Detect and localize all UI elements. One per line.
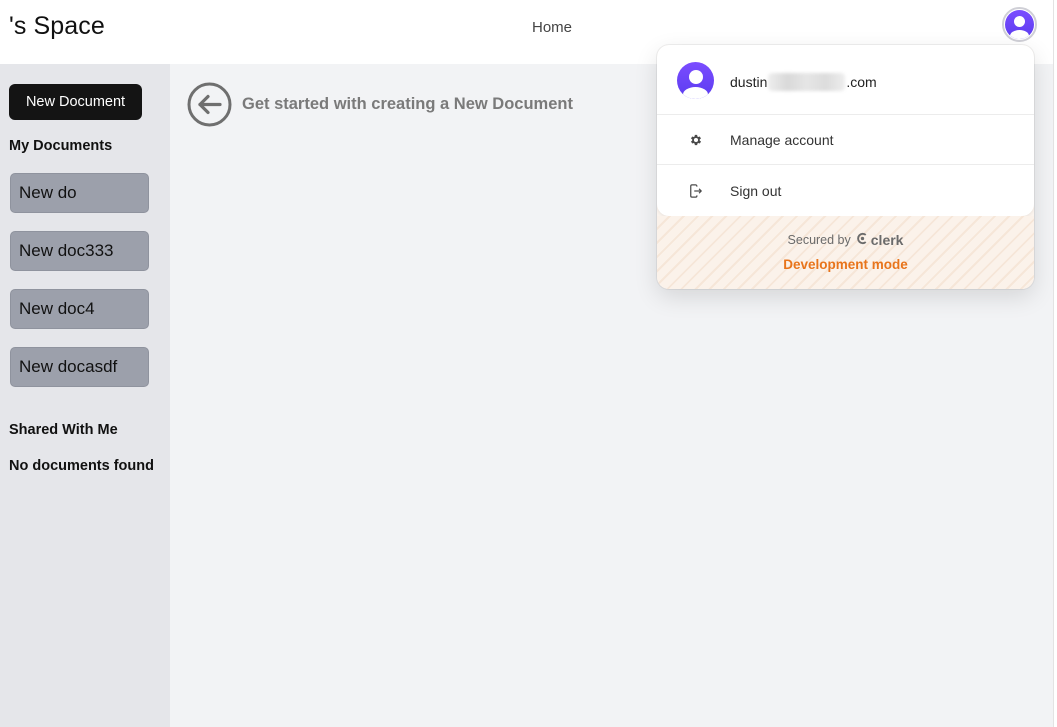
get-started-prompt: Get started with creating a New Document [242, 95, 573, 113]
sign-out-label: Sign out [730, 183, 782, 199]
document-item[interactable]: New doc333 [10, 231, 149, 271]
secured-by-label: Secured by [787, 233, 851, 247]
development-mode-label: Development mode [783, 257, 908, 272]
new-document-button[interactable]: New Document [9, 84, 142, 120]
my-documents-heading: My Documents [9, 138, 113, 154]
account-dropdown: dustin .com Manage account Sign out Secu… [657, 45, 1034, 289]
email-prefix: dustin [730, 74, 768, 90]
shared-with-me-heading: Shared With Me [9, 422, 118, 438]
document-item[interactable]: New doc4 [10, 289, 149, 329]
app-root: 's Space Home New Document My Documents … [0, 0, 1057, 727]
account-user-row: dustin .com [657, 45, 1034, 115]
document-item[interactable]: New do [10, 173, 149, 213]
space-title: 's Space [9, 12, 105, 40]
sign-out-icon [688, 183, 704, 199]
user-avatar-icon [1005, 10, 1034, 39]
home-link[interactable]: Home [532, 19, 572, 36]
dropdown-footer: Secured by clerk Development mode [657, 216, 1034, 289]
clerk-logo[interactable]: clerk [856, 232, 904, 248]
email-suffix: .com [846, 74, 877, 90]
sidebar: New Document My Documents New do New doc… [0, 64, 170, 727]
clerk-logo-icon [856, 232, 869, 248]
gear-icon [688, 132, 704, 148]
clerk-brand-text: clerk [870, 232, 904, 248]
manage-account-label: Manage account [730, 131, 834, 148]
document-item[interactable]: New docasdf [10, 347, 149, 387]
account-avatar-icon [677, 62, 714, 99]
manage-account-item[interactable]: Manage account [657, 115, 1034, 165]
account-email: dustin .com [730, 73, 877, 91]
window-edge [1053, 0, 1057, 727]
email-redaction [768, 73, 846, 91]
user-avatar-button[interactable] [1002, 7, 1037, 42]
sign-out-item[interactable]: Sign out [657, 166, 1034, 216]
account-menu-card: dustin .com Manage account Sign out [657, 45, 1034, 216]
document-list: New do New doc333 New doc4 New docasdf [10, 173, 149, 405]
shared-empty-message: No documents found [9, 458, 154, 474]
arrow-left-circle-icon[interactable] [187, 82, 232, 127]
secured-by-text: Secured by clerk [657, 232, 1034, 248]
